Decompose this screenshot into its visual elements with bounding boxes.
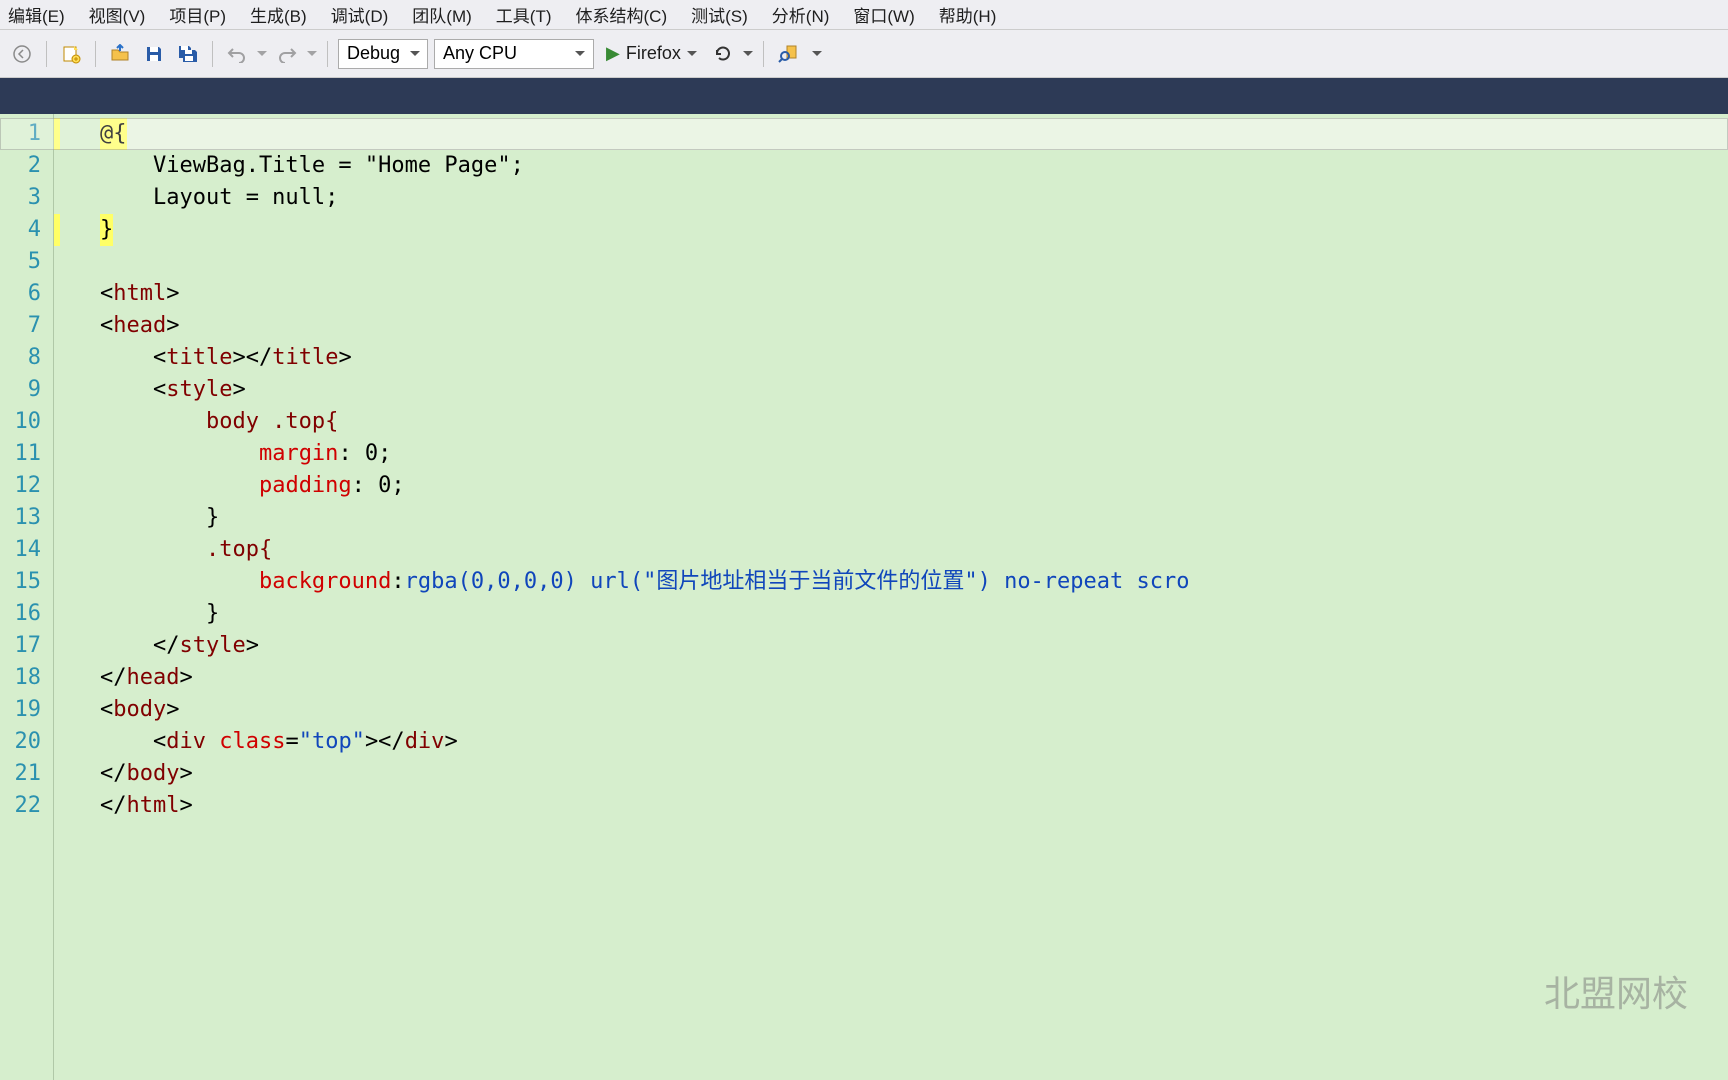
code-line[interactable]: <div class="top"></div> [100, 726, 1728, 758]
code-line[interactable]: <style> [100, 374, 1728, 406]
find-button[interactable] [774, 40, 802, 68]
solution-platform-dropdown[interactable]: Any CPU [434, 39, 594, 69]
menu-test[interactable]: 测试(S) [691, 2, 748, 27]
menu-project[interactable]: 项目(P) [169, 2, 226, 27]
chevron-down-icon [575, 51, 585, 56]
code-line[interactable]: body .top{ [100, 406, 1728, 438]
menu-view[interactable]: 视图(V) [89, 2, 146, 27]
code-line[interactable]: .top{ [100, 534, 1728, 566]
line-number: 5 [0, 246, 53, 278]
menu-tools[interactable]: 工具(T) [496, 2, 552, 27]
menu-help[interactable]: 帮助(H) [939, 2, 997, 27]
code-line[interactable]: ViewBag.Title = "Home Page"; [100, 150, 1728, 182]
line-number: 6 [0, 278, 53, 310]
line-number: 12 [0, 470, 53, 502]
line-number: 17 [0, 630, 53, 662]
play-icon: ▶ [606, 43, 620, 64]
menu-architecture[interactable]: 体系结构(C) [576, 2, 668, 27]
line-number: 18 [0, 662, 53, 694]
toolbar-overflow-icon[interactable] [812, 51, 822, 56]
undo-button[interactable] [223, 40, 251, 68]
code-line[interactable]: </body> [100, 758, 1728, 790]
menu-team[interactable]: 团队(M) [412, 2, 471, 27]
refresh-button[interactable] [709, 40, 737, 68]
refresh-dropdown-icon[interactable] [743, 51, 753, 56]
code-line[interactable] [100, 246, 1728, 278]
code-editor[interactable]: 1 2 3 4 5 6 7 8 9 10 11 12 13 14 15 16 1… [0, 114, 1728, 1080]
code-line[interactable]: <head> [100, 310, 1728, 342]
line-number: 7 [0, 310, 53, 342]
save-button[interactable] [140, 40, 168, 68]
line-number: 13 [0, 502, 53, 534]
solution-config-label: Debug [347, 43, 400, 64]
redo-button[interactable] [273, 40, 301, 68]
solution-config-dropdown[interactable]: Debug [338, 39, 428, 69]
menu-edit[interactable]: 编辑(E) [8, 2, 65, 27]
line-number: 14 [0, 534, 53, 566]
code-line[interactable]: margin: 0; [100, 438, 1728, 470]
menu-debug[interactable]: 调试(D) [331, 2, 389, 27]
code-line[interactable]: Layout = null; [100, 182, 1728, 214]
menubar: 编辑(E) 视图(V) 项目(P) 生成(B) 调试(D) 团队(M) 工具(T… [0, 0, 1728, 30]
line-number: 20 [0, 726, 53, 758]
code-line[interactable]: <title></title> [100, 342, 1728, 374]
code-line[interactable]: <html> [100, 278, 1728, 310]
code-line[interactable]: padding: 0; [100, 470, 1728, 502]
line-number: 9 [0, 374, 53, 406]
line-number: 16 [0, 598, 53, 630]
code-surface[interactable]: @{ ViewBag.Title = "Home Page"; Layout =… [60, 114, 1728, 1080]
code-line[interactable]: } [100, 598, 1728, 630]
toolbar: Debug Any CPU ▶ Firefox [0, 30, 1728, 78]
save-all-button[interactable] [174, 40, 202, 68]
line-number: 21 [0, 758, 53, 790]
line-number: 3 [0, 182, 53, 214]
nav-back-button[interactable] [8, 40, 36, 68]
watermark: 北盟网校 [1544, 978, 1688, 1010]
run-button[interactable]: ▶ Firefox [600, 39, 703, 69]
code-line[interactable]: @{ [100, 118, 1728, 150]
code-line[interactable]: </html> [100, 790, 1728, 822]
line-number-gutter: 1 2 3 4 5 6 7 8 9 10 11 12 13 14 15 16 1… [0, 114, 54, 1080]
code-line[interactable]: </head> [100, 662, 1728, 694]
toolbar-separator [95, 41, 96, 67]
toolbar-separator [212, 41, 213, 67]
line-number: 22 [0, 790, 53, 822]
code-line[interactable]: </style> [100, 630, 1728, 662]
document-well-tabstrip [0, 78, 1728, 114]
line-number: 11 [0, 438, 53, 470]
new-item-button[interactable] [57, 40, 85, 68]
code-line[interactable]: background:rgba(0,0,0,0) url("图片地址相当于当前文… [100, 566, 1728, 598]
code-line[interactable]: } [100, 214, 1728, 246]
toolbar-separator [46, 41, 47, 67]
menu-analyze[interactable]: 分析(N) [772, 2, 830, 27]
line-number: 15 [0, 566, 53, 598]
undo-dropdown-icon[interactable] [257, 51, 267, 56]
menu-build[interactable]: 生成(B) [250, 2, 307, 27]
line-number: 4 [0, 214, 53, 246]
line-number: 2 [0, 150, 53, 182]
toolbar-separator [763, 41, 764, 67]
line-number: 8 [0, 342, 53, 374]
toolbar-separator [327, 41, 328, 67]
open-file-button[interactable] [106, 40, 134, 68]
code-line[interactable]: <body> [100, 694, 1728, 726]
menu-window[interactable]: 窗口(W) [853, 2, 914, 27]
chevron-down-icon [410, 51, 420, 56]
line-number: 1 [0, 118, 53, 150]
chevron-down-icon [687, 51, 697, 56]
line-number: 10 [0, 406, 53, 438]
line-number: 19 [0, 694, 53, 726]
solution-platform-label: Any CPU [443, 43, 517, 64]
run-browser-label: Firefox [626, 43, 681, 64]
code-line[interactable]: } [100, 502, 1728, 534]
redo-dropdown-icon[interactable] [307, 51, 317, 56]
